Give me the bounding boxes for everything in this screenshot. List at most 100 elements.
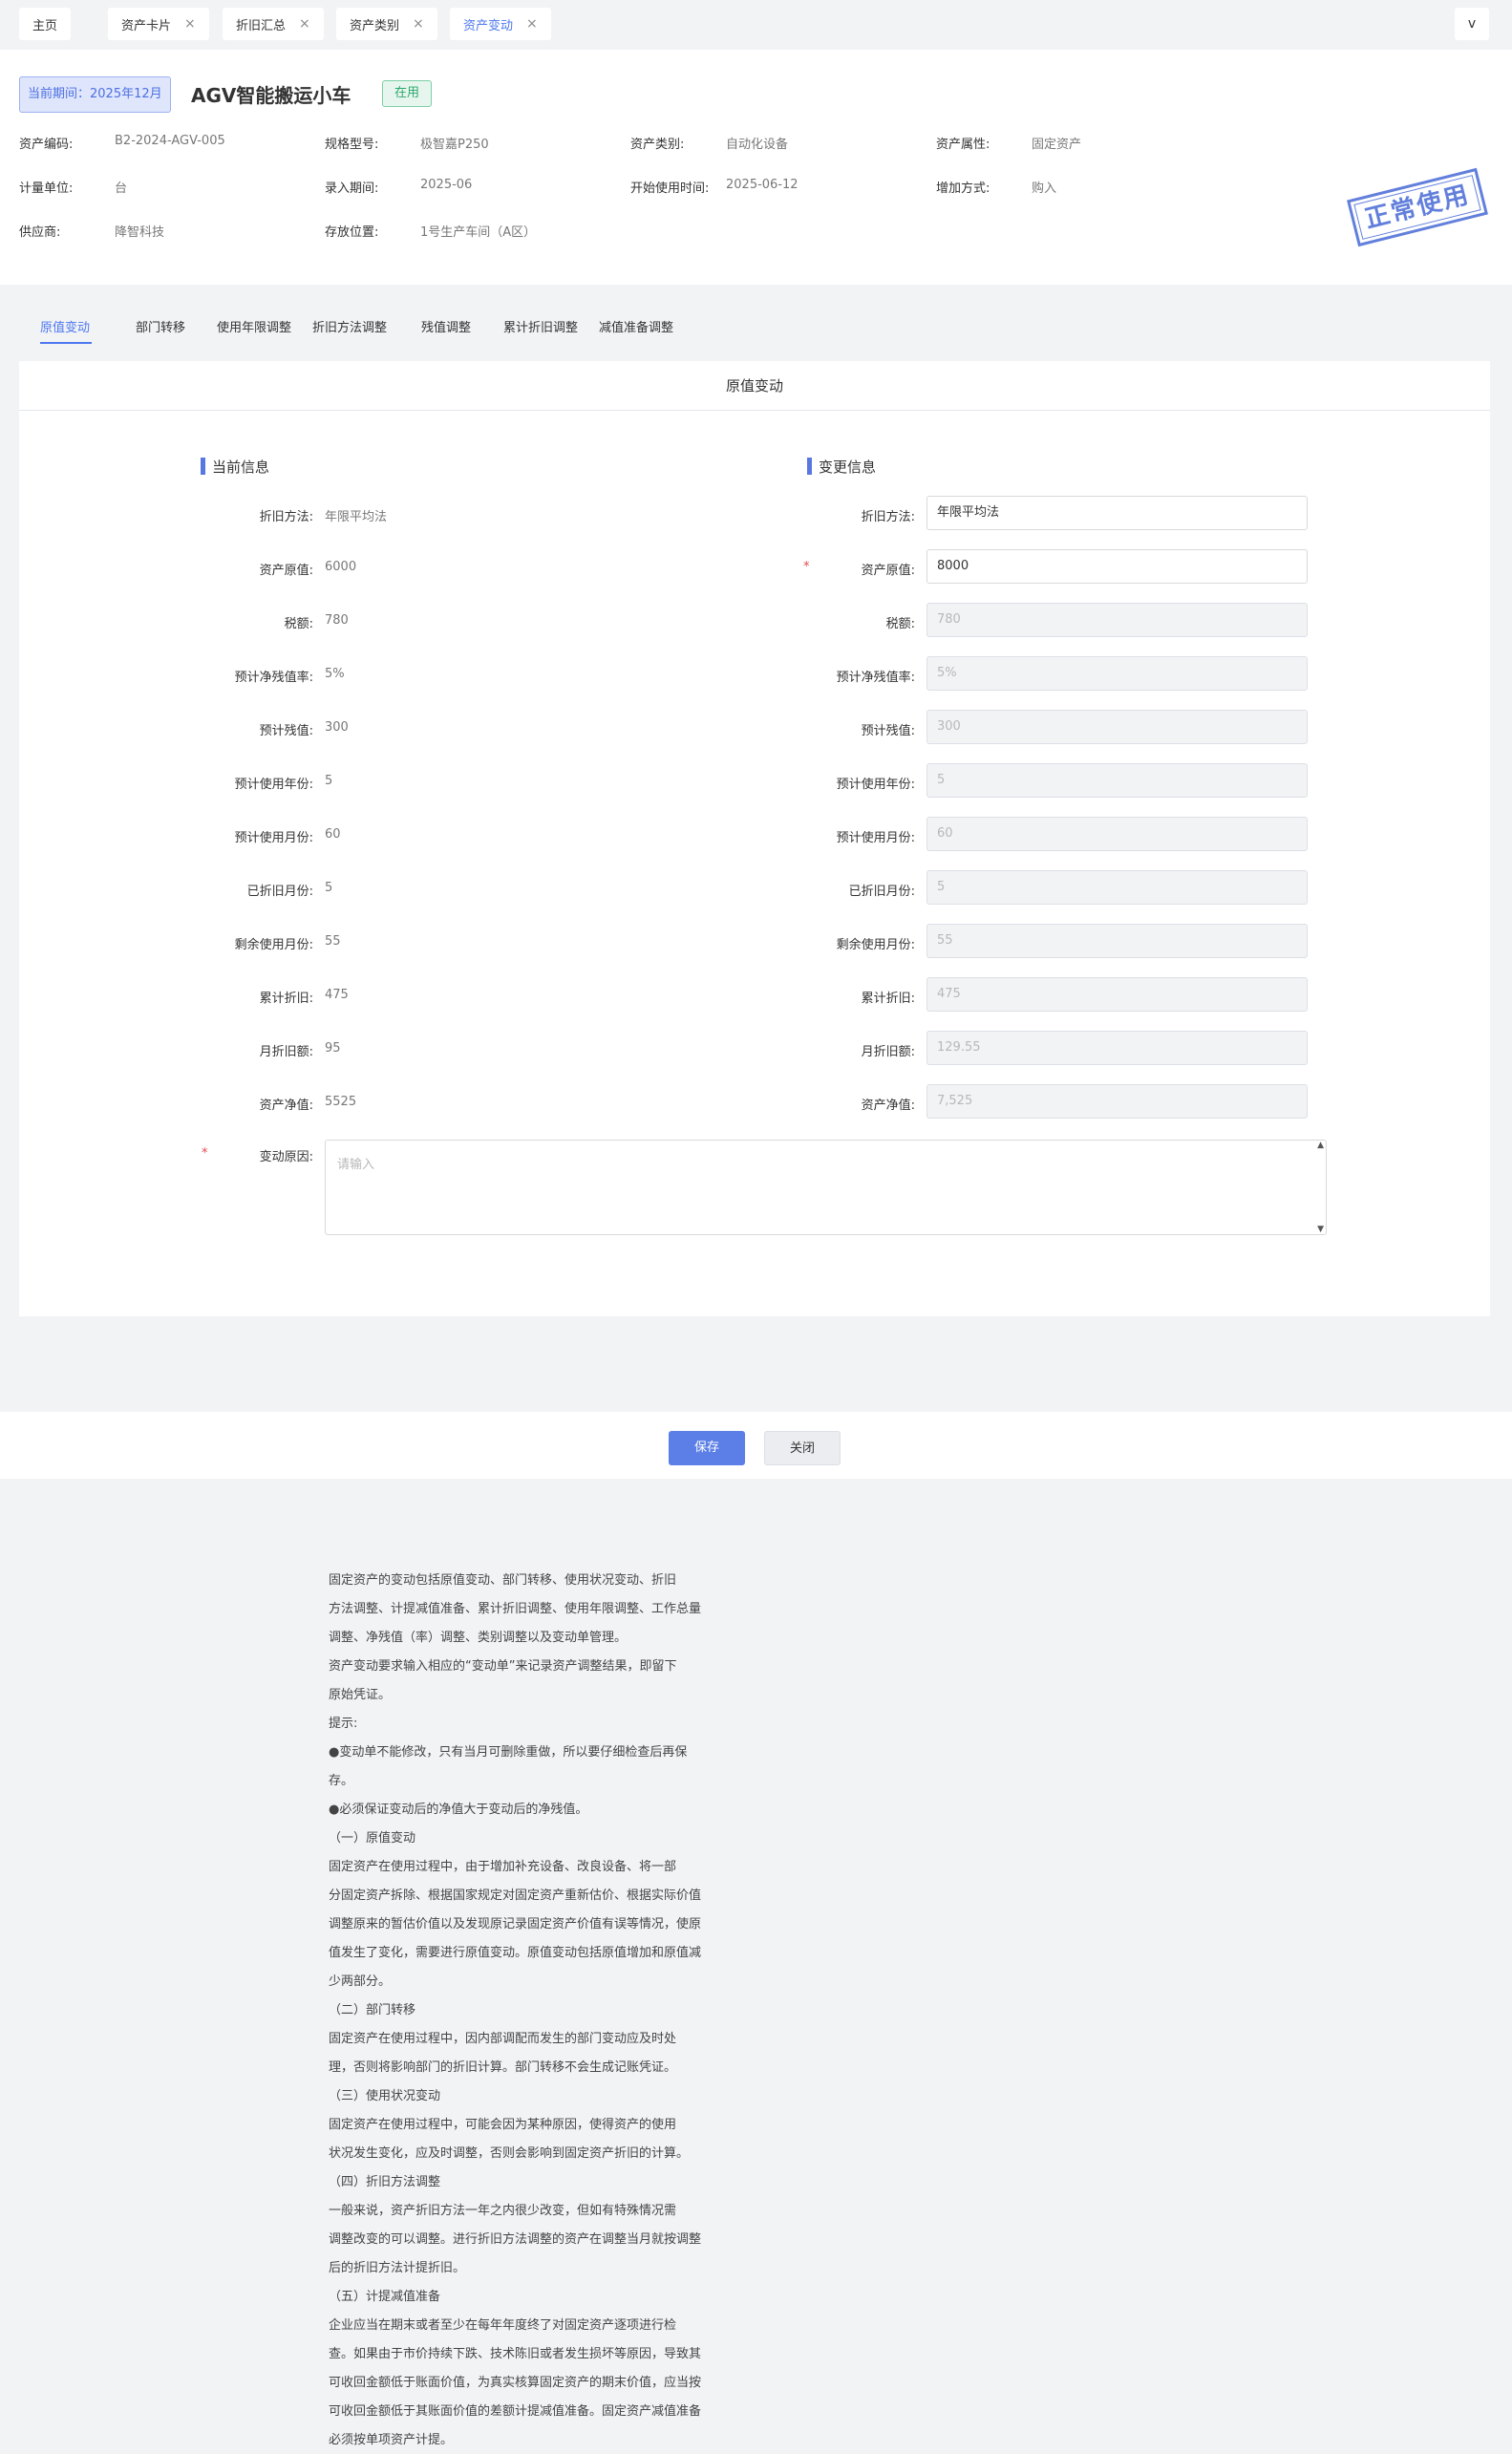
active-tab-indicator [40, 342, 92, 344]
change-field-label: 月折旧额: [861, 1045, 915, 1059]
current-field-value: 5525 [325, 1095, 357, 1109]
tab-impairment[interactable]: 减值准备调整 [599, 317, 673, 335]
info-value: 2025-06-12 [726, 178, 799, 192]
help-line: 分固定资产拆除、根据国家规定对固定资产重新估价、根据实际价值 [329, 1889, 702, 1903]
save-button[interactable]: 保存 [669, 1431, 745, 1465]
help-line: 可收回金额低于账面价值，为真实核算固定资产的期末价值，应当按 [329, 2376, 702, 2390]
help-line: 后的折旧方法计提折旧。 [329, 2261, 466, 2275]
change-field-input: 60 [926, 817, 1308, 851]
help-line: ●变动单不能修改，只有当月可删除重做，所以要仔细检查后再保 [329, 1745, 688, 1760]
change-field-label: 累计折旧: [861, 992, 915, 1006]
help-line: 必须按单项资产计提。 [329, 2433, 454, 2447]
tab-department-transfer[interactable]: 部门转移 [136, 317, 185, 335]
info-value: B2-2024-AGV-005 [115, 134, 225, 148]
change-field-label: 预计使用月份: [836, 831, 915, 845]
change-field-label: 预计使用年份: [836, 778, 915, 792]
period-badge: 当前期间：2025年12月 [19, 76, 171, 113]
current-field-value: 300 [325, 720, 349, 735]
info-label: 计量单位: [19, 181, 74, 196]
reason-textarea[interactable]: 请输入 ▲ ▼ [325, 1140, 1327, 1235]
info-label: 资产编码: [19, 138, 74, 152]
current-field-label: 月折旧额: [259, 1045, 313, 1059]
close-icon[interactable]: × [413, 16, 424, 32]
tab-useful-life[interactable]: 使用年限调整 [217, 317, 291, 335]
info-label: 资产属性: [936, 138, 990, 152]
help-line: 固定资产在使用过程中，由于增加补充设备、改良设备、将一部 [329, 1860, 677, 1874]
tab-label: 资产变动 [463, 18, 514, 33]
tab-asset-change[interactable]: 资产变动 × [450, 8, 551, 40]
form-title: 原值变动 [19, 361, 1490, 411]
info-value: 2025-06 [420, 178, 473, 192]
current-field-label: 资产净值: [259, 1099, 313, 1113]
help-line: （四）折旧方法调整 [329, 2175, 441, 2189]
tab-asset-category[interactable]: 资产类别 × [336, 8, 437, 40]
scroll-up-icon[interactable]: ▲ [1317, 1141, 1324, 1150]
help-line: 固定资产在使用过程中，可能会因为某种原因，使得资产的使用 [329, 2118, 677, 2132]
current-field-label: 剩余使用月份: [234, 938, 313, 952]
info-label: 存放位置: [325, 225, 379, 240]
tab-bar: 主页 资产卡片 × 折旧汇总 × 资产类别 × 资产变动 × v [0, 0, 1512, 48]
change-type-tabs: 原值变动 部门转移 使用年限调整 折旧方法调整 残值调整 累计折旧调整 减值准备… [0, 306, 1512, 346]
help-line: 调整原来的暂估价值以及发现原记录固定资产价值有误等情况，使原 [329, 1917, 702, 1931]
current-field-value: 6000 [325, 560, 357, 574]
tab-depreciation-method[interactable]: 折旧方法调整 [312, 317, 387, 335]
help-line: 资产变动要求输入相应的“变动单”来记录资产调整结果，即留下 [329, 1659, 677, 1674]
help-line: 少两部分。 [329, 1974, 392, 1989]
tab-label: 折旧汇总 [236, 18, 287, 33]
info-label: 增加方式: [936, 181, 990, 196]
tab-residual-value[interactable]: 残值调整 [421, 317, 471, 335]
info-value: 固定资产 [1032, 138, 1082, 152]
close-icon[interactable]: × [526, 16, 538, 32]
help-line: （一）原值变动 [329, 1831, 416, 1846]
help-line: 存。 [329, 1774, 354, 1788]
current-field-label: 预计残值: [259, 724, 313, 738]
help-line: 固定资产的变动包括原值变动、部门转移、使用状况变动、折旧 [329, 1573, 677, 1588]
change-info-title: 变更信息 [807, 457, 876, 477]
tab-accumulated-depreciation[interactable]: 累计折旧调整 [503, 317, 578, 335]
reason-placeholder: 请输入 [337, 1158, 375, 1172]
change-field-label: 已折旧月份: [848, 885, 915, 899]
current-info-title: 当前信息 [201, 457, 269, 477]
current-field-label: 已折旧月份: [246, 885, 313, 899]
change-form: 原值变动 当前信息 变更信息 折旧方法: 年限平均法 折旧方法: 年限平均法 资产原值:… [19, 361, 1490, 1316]
info-value: 极智嘉P250 [420, 138, 489, 152]
change-field-input: 5% [926, 656, 1308, 691]
current-field-label: 折旧方法: [259, 510, 313, 524]
status-stamp: 正常使用 [1347, 167, 1488, 247]
tab-home[interactable]: 主页 [19, 8, 72, 40]
tab-depreciation-summary[interactable]: 折旧汇总 × [223, 8, 324, 40]
help-line: 原始凭证。 [329, 1688, 392, 1702]
required-mark: * [202, 1146, 208, 1161]
help-line: 调整、净残值（率）调整、类别调整以及变动单管理。 [329, 1631, 628, 1645]
current-field-value: 95 [325, 1041, 341, 1056]
close-icon[interactable]: × [184, 16, 196, 32]
info-label: 资产类别: [630, 138, 685, 152]
change-field-input[interactable]: 年限平均法 [926, 496, 1308, 530]
close-icon[interactable]: × [299, 16, 310, 32]
help-line: 可收回金额低于其账面价值的差额计提减值准备。固定资产减值准备 [329, 2404, 702, 2419]
info-label: 录入期间: [325, 181, 379, 196]
close-button[interactable]: 关闭 [764, 1431, 841, 1465]
asset-name: AGV智能搬运小车 [191, 84, 351, 107]
info-label: 开始使用时间: [630, 181, 710, 196]
current-field-label: 预计净残值率: [234, 671, 313, 685]
change-field-label: 资产原值: [861, 564, 915, 578]
help-line: 值发生了变化，需要进行原值变动。原值变动包括原值增加和原值减 [329, 1946, 702, 1960]
change-field-input: 780 [926, 603, 1308, 637]
scroll-down-icon[interactable]: ▼ [1317, 1225, 1324, 1234]
help-line: 固定资产在使用过程中，因内部调配而发生的部门变动应及时处 [329, 2032, 677, 2046]
help-line: （三）使用状况变动 [329, 2089, 441, 2103]
change-field-input: 475 [926, 977, 1308, 1012]
tab-original-value[interactable]: 原值变动 [40, 317, 90, 335]
current-field-label: 预计使用月份: [234, 831, 313, 845]
chevron-down-icon[interactable]: v [1455, 8, 1489, 40]
current-field-value: 5 [325, 881, 333, 895]
help-line: 理，否则将影响部门的折旧计算。部门转移不会生成记账凭证。 [329, 2060, 677, 2075]
current-field-value: 60 [325, 827, 341, 842]
tab-asset-card[interactable]: 资产卡片 × [108, 8, 209, 40]
change-field-label: 剩余使用月份: [836, 938, 915, 952]
current-field-value: 5% [325, 667, 345, 681]
current-field-label: 累计折旧: [259, 992, 313, 1006]
info-value: 台 [115, 181, 128, 196]
change-field-input[interactable]: 8000 [926, 549, 1308, 584]
